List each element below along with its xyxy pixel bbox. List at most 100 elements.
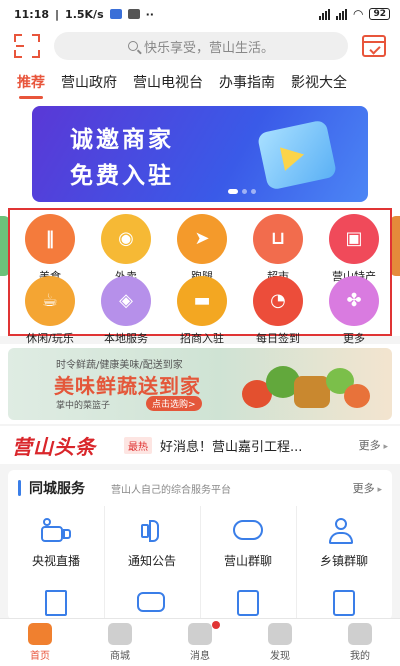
signal-icon [318, 8, 330, 20]
grid-item-3[interactable]: ➤跑腿 [166, 214, 238, 284]
service-town-chat[interactable]: 乡镇群聊 [296, 518, 392, 569]
nav-discover[interactable]: 发现 [240, 619, 320, 666]
city-services-card: 同城服务 营山人自己的综合服务平台 更多 央视直播 通知公告 [8, 470, 392, 620]
glyph: ☕ [41, 290, 59, 311]
clover-icon: ✤ [329, 276, 379, 326]
nav-home[interactable]: 首页 [0, 619, 80, 666]
produce-banner-section: 时令鲜蔬/健康美味/配送到家 美味鲜蔬送到家 掌中的菜篮子 点击选购> [0, 344, 400, 424]
grid-item-5[interactable]: ▣营山特产 [318, 214, 390, 284]
grid-item-7[interactable]: ◈ 本地服务 [90, 276, 162, 346]
app-screen: 11:18 | 1.5K/s ·· ◠ 92 快乐享受，营山生活。 推荐 营山政… [0, 0, 400, 666]
search-bar[interactable]: 快乐享受，营山生活。 [54, 32, 348, 60]
vegetable-basket-image [232, 354, 382, 414]
glyph: ▣ [345, 228, 363, 249]
city-services-subtitle: 营山人自己的综合服务平台 [111, 484, 231, 496]
services-row-1: 央视直播 通知公告 营山群聊 乡镇群聊 [8, 518, 392, 569]
service-label: 央视直播 [31, 554, 80, 568]
produce-banner[interactable]: 时令鲜蔬/健康美味/配送到家 美味鲜蔬送到家 掌中的菜篮子 点击选购> [8, 348, 392, 420]
service-yingshan-chat[interactable]: 营山群聊 [200, 518, 296, 569]
wifi-icon: ◠ [352, 7, 364, 21]
banner-arrow-icon [256, 119, 338, 191]
phone-book-icon [327, 590, 361, 618]
nav-label: 我的 [350, 651, 370, 662]
city-more-link[interactable]: 更多 [353, 480, 382, 496]
section-accent-bar [18, 480, 21, 496]
nav-label: 消息 [190, 651, 210, 662]
glyph: ✤ [346, 290, 362, 311]
glyph: ◔ [270, 290, 286, 311]
app-notification-icon [109, 9, 122, 19]
calendar-checkin-icon[interactable] [362, 35, 386, 57]
banner-line1: 诚邀商家 [70, 127, 174, 153]
service-label: 乡镇群聊 [319, 554, 368, 568]
profile-icon [348, 623, 372, 645]
category-tabs: 推荐 营山政府 营山电视台 办事指南 影视大全 [0, 64, 400, 100]
nav-profile[interactable]: 我的 [320, 619, 400, 666]
utensils-icon: ‖ [25, 214, 75, 264]
glyph: ◈ [119, 290, 133, 311]
grid-item-2[interactable]: ◉外卖 [90, 214, 162, 284]
city-services-title: 同城服务 [29, 481, 85, 497]
nav-mall[interactable]: 商城 [80, 619, 160, 666]
status-left: 11:18 | 1.5K/s ·· [14, 8, 154, 21]
headline-news[interactable]: 营山头条 最热 好消息！营山嘉引工程... 更多 [0, 426, 400, 464]
nav-label: 发现 [270, 651, 290, 662]
status-time: 11:18 [14, 7, 50, 21]
service-notice[interactable]: 通知公告 [104, 518, 200, 569]
cart-icon: ⊔ [253, 214, 303, 264]
speaker-icon [135, 518, 169, 546]
banner-line2: 免费入驻 [70, 163, 174, 189]
glyph: ⊔ [270, 228, 286, 249]
nav-label: 首页 [30, 651, 50, 662]
tab-guide[interactable]: 办事指南 [219, 72, 275, 92]
top-header: 快乐享受，营山生活。 [0, 28, 400, 64]
document-icon [231, 590, 265, 618]
produce-shop-button[interactable]: 点击选购> [146, 396, 202, 411]
produce-title: 美味鲜蔬送到家 [54, 374, 201, 398]
glyph: ➤ [194, 228, 210, 249]
discover-icon [268, 623, 292, 645]
scooter-icon: ◉ [101, 214, 151, 264]
merchant-banner[interactable]: 诚邀商家 免费入驻 [32, 106, 368, 202]
home-icon [28, 623, 52, 645]
service-label: 营山群聊 [223, 554, 272, 568]
tab-movies[interactable]: 影视大全 [291, 72, 347, 92]
headline-text[interactable]: 好消息！营山嘉引工程... [160, 436, 351, 455]
news-icon [39, 590, 73, 618]
search-placeholder: 快乐享受，营山生活。 [143, 40, 274, 56]
status-bar: 11:18 | 1.5K/s ·· ◠ 92 [0, 0, 400, 28]
glyph: ‖ [45, 228, 55, 249]
hot-badge: 最热 [124, 436, 152, 454]
tab-government[interactable]: 营山政府 [61, 72, 117, 92]
group-icon [327, 518, 361, 546]
headline-more-link[interactable]: 更多 [359, 437, 388, 453]
glyph: ▬ [193, 290, 211, 311]
carousel-dots [228, 189, 256, 194]
produce-tagline: 时令鲜蔬/健康美味/配送到家 [56, 360, 183, 371]
service-label: 通知公告 [127, 554, 176, 568]
nav-messages[interactable]: 消息 [160, 619, 240, 666]
shop-icon: ▬ [177, 276, 227, 326]
tab-recommend[interactable]: 推荐 [17, 72, 45, 99]
tab-tv-station[interactable]: 营山电视台 [133, 72, 203, 92]
status-more-dots: ·· [145, 7, 154, 21]
status-divider: | [55, 7, 60, 21]
grid-item-10[interactable]: ✤ 更多 [318, 276, 390, 346]
alarm-icon [127, 9, 140, 19]
gift-icon: ▣ [329, 214, 379, 264]
glyph: ◉ [118, 228, 134, 249]
grid-item-9[interactable]: ◔ 每日签到 [242, 276, 314, 346]
bottom-navigation: 首页 商城 消息 发现 我的 [0, 618, 400, 666]
grid-item-8[interactable]: ▬ 招商入驻 [166, 276, 238, 346]
grid-item-4[interactable]: ⊔超市 [242, 214, 314, 284]
service-cctv-live[interactable]: 央视直播 [8, 518, 104, 569]
camera-icon [39, 518, 73, 546]
coffee-icon: ☕ [25, 276, 75, 326]
grid-item-6[interactable]: ☕ 休闲/玩乐 [14, 276, 86, 346]
main-area: 诚邀商家 免费入驻 ‖美食◉外卖➤跑腿⊔超市▣营山特产 ☕休闲/玩乐◈本地服务▬招… [0, 100, 400, 345]
scan-icon[interactable] [14, 34, 40, 58]
unread-badge [211, 621, 220, 629]
status-right: ◠ 92 [318, 7, 390, 21]
map-pin-icon: ◈ [101, 276, 151, 326]
grid-item-1[interactable]: ‖美食 [14, 214, 86, 284]
